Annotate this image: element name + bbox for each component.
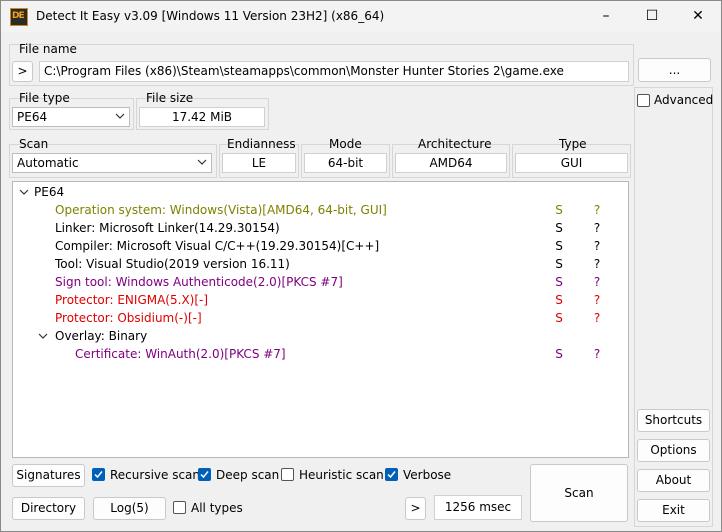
- tree-row-flag: S: [555, 293, 563, 307]
- endianness-label: Endianness: [227, 137, 296, 151]
- window-title: Detect It Easy v3.09 [Windows 11 Version…: [36, 9, 385, 23]
- file-name-label: File name: [19, 42, 77, 56]
- heuristic-scan-checkbox[interactable]: [281, 468, 294, 481]
- tree-row-flag: S: [555, 311, 563, 325]
- tree-row-protector-enigma[interactable]: Protector: ENIGMA(5.X)[-] S ?: [13, 291, 628, 309]
- verbose-checkbox[interactable]: [385, 468, 398, 481]
- tree-row-text: Certificate: WinAuth(2.0)[PKCS #7]: [75, 347, 286, 361]
- all-types-label: All types: [191, 501, 243, 515]
- mode-value: 64-bit: [304, 153, 387, 173]
- architecture-value: AMD64: [395, 153, 507, 173]
- tree-row-os[interactable]: Operation system: Windows(Vista)[AMD64, …: [13, 201, 628, 219]
- file-type-value: PE64: [17, 110, 48, 124]
- file-size-value: 17.42 MiB: [139, 107, 265, 127]
- scan-mode-value: Automatic: [17, 156, 79, 170]
- advanced-checkbox[interactable]: [637, 94, 650, 107]
- tree-row-info[interactable]: ?: [591, 237, 603, 255]
- tree-row-flag: S: [555, 347, 563, 361]
- deep-scan-checkbox[interactable]: [198, 468, 211, 481]
- tree-row-text: Operation system: Windows(Vista)[AMD64, …: [55, 203, 387, 217]
- chevron-down-icon[interactable]: [19, 187, 29, 197]
- advanced-label: Advanced: [654, 93, 714, 107]
- tree-row-linker[interactable]: Linker: Microsoft Linker(14.29.30154) S …: [13, 219, 628, 237]
- tree-row-text: Tool: Visual Studio(2019 version 16.11): [55, 257, 290, 271]
- checkmark-icon: [200, 471, 209, 479]
- recursive-scan-checkbox[interactable]: [92, 468, 105, 481]
- type-label: Type: [559, 137, 587, 151]
- tree-row-flag: S: [555, 221, 563, 235]
- tree-row-info[interactable]: ?: [591, 345, 603, 363]
- scan-expand-button[interactable]: >: [405, 497, 426, 520]
- verbose-label: Verbose: [403, 468, 452, 482]
- tree-row-flag: S: [555, 239, 563, 253]
- tree-row-text: Compiler: Microsoft Visual C/C++(19.29.3…: [55, 239, 380, 253]
- tree-row-compiler[interactable]: Compiler: Microsoft Visual C/C++(19.29.3…: [13, 237, 628, 255]
- checkmark-icon: [387, 471, 396, 479]
- scan-button[interactable]: Scan: [530, 464, 628, 522]
- tree-row-protector-obsidium[interactable]: Protector: Obsidium(-)[-] S ?: [13, 309, 628, 327]
- close-button[interactable]: ✕: [675, 1, 721, 32]
- heuristic-scan-label: Heuristic scan: [299, 468, 384, 482]
- main-window: Detect It Easy v3.09 [Windows 11 Version…: [0, 0, 722, 532]
- results-tree[interactable]: PE64 Operation system: Windows(Vista)[AM…: [12, 181, 629, 458]
- scan-label: Scan: [19, 137, 49, 151]
- tree-row-info[interactable]: ?: [591, 255, 603, 273]
- tree-row-certificate[interactable]: Certificate: WinAuth(2.0)[PKCS #7] S ?: [13, 345, 628, 363]
- tree-row-info[interactable]: ?: [591, 201, 603, 219]
- elapsed-time: 1256 msec: [434, 495, 522, 520]
- shortcuts-button[interactable]: Shortcuts: [637, 409, 710, 432]
- file-type-label: File type: [19, 91, 70, 105]
- tree-root[interactable]: PE64: [34, 183, 64, 201]
- about-button[interactable]: About: [637, 469, 710, 492]
- tree-row-flag: S: [555, 257, 563, 271]
- browse-button[interactable]: ...: [638, 58, 711, 82]
- tree-row-text: Linker: Microsoft Linker(14.29.30154): [55, 221, 280, 235]
- file-size-label: File size: [146, 91, 194, 105]
- tree-row-text: Protector: Obsidium(-)[-]: [55, 311, 202, 325]
- tree-row-info[interactable]: ?: [591, 291, 603, 309]
- chevron-down-icon: [115, 113, 125, 119]
- app-logo-icon: [10, 8, 28, 26]
- log-button[interactable]: Log(5): [93, 497, 166, 520]
- file-path-input[interactable]: C:\Program Files (x86)\Steam\steamapps\c…: [39, 61, 629, 82]
- tree-row-info[interactable]: ?: [591, 309, 603, 327]
- directory-button[interactable]: Directory: [12, 497, 85, 520]
- minimize-button[interactable]: –: [583, 1, 629, 32]
- deep-scan-label: Deep scan: [216, 468, 280, 482]
- tree-row-flag: S: [555, 203, 563, 217]
- mode-label: Mode: [329, 137, 362, 151]
- all-types-checkbox[interactable]: [173, 501, 186, 514]
- tree-row-tool[interactable]: Tool: Visual Studio(2019 version 16.11) …: [13, 255, 628, 273]
- tree-row-text: Protector: ENIGMA(5.X)[-]: [55, 293, 209, 307]
- type-value: GUI: [515, 153, 628, 173]
- tree-row-sign-tool[interactable]: Sign tool: Windows Authenticode(2.0)[PKC…: [13, 273, 628, 291]
- options-button[interactable]: Options: [637, 439, 710, 462]
- scan-mode-select[interactable]: Automatic: [12, 153, 212, 173]
- exit-button[interactable]: Exit: [637, 499, 710, 522]
- architecture-label: Architecture: [418, 137, 492, 151]
- file-expand-button[interactable]: >: [12, 61, 33, 82]
- checkmark-icon: [94, 471, 103, 479]
- maximize-button[interactable]: ☐: [629, 1, 675, 32]
- tree-row-overlay[interactable]: Overlay: Binary: [55, 327, 147, 345]
- chevron-down-icon[interactable]: [38, 331, 48, 341]
- file-type-select[interactable]: PE64: [12, 107, 130, 127]
- chevron-down-icon: [197, 159, 207, 165]
- tree-row-info[interactable]: ?: [591, 273, 603, 291]
- title-bar: Detect It Easy v3.09 [Windows 11 Version…: [1, 1, 721, 32]
- tree-row-info[interactable]: ?: [591, 219, 603, 237]
- tree-row-text: Sign tool: Windows Authenticode(2.0)[PKC…: [55, 275, 343, 289]
- signatures-button[interactable]: Signatures: [12, 464, 85, 487]
- endianness-value: LE: [222, 153, 296, 173]
- tree-row-flag: S: [555, 275, 563, 289]
- recursive-scan-label: Recursive scan: [110, 468, 201, 482]
